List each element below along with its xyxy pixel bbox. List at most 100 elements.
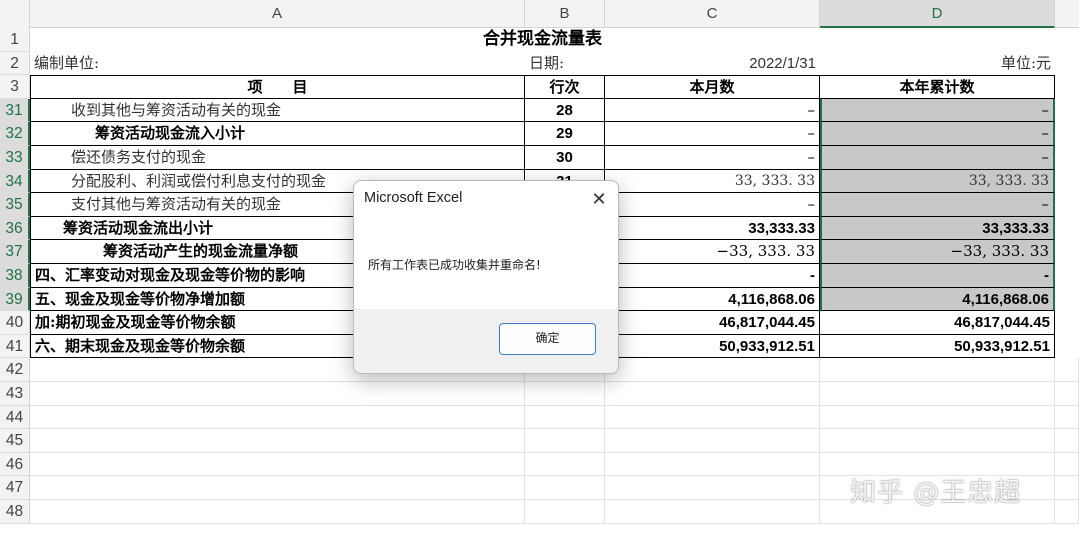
row-header[interactable]: 46 — [0, 452, 30, 477]
month-value-cell[interactable]: – — [605, 98, 820, 123]
empty-cell[interactable] — [605, 358, 820, 382]
item-cell[interactable]: 收到其他与筹资活动有关的现金 — [30, 98, 525, 123]
month-value-cell[interactable]: – — [605, 122, 820, 146]
row-header[interactable]: 48 — [0, 500, 30, 524]
empty-cell[interactable] — [605, 452, 820, 477]
empty-cell[interactable] — [1055, 382, 1079, 406]
row-header[interactable]: 40 — [0, 311, 30, 335]
ytd-value-cell[interactable]: 46,817,044.45 — [820, 311, 1055, 335]
report-title[interactable]: 合并现金流量表 — [30, 28, 1055, 52]
row-header[interactable]: 36 — [0, 216, 30, 241]
empty-cell[interactable] — [525, 476, 605, 500]
row-header[interactable]: 38 — [0, 264, 30, 288]
ytd-value-cell[interactable]: – — [820, 122, 1055, 146]
month-value-cell[interactable]: −33, 333. 33 — [605, 240, 820, 264]
row-header[interactable]: 47 — [0, 476, 30, 500]
ok-button[interactable]: 确定 — [499, 323, 596, 355]
ytd-value-cell[interactable]: - — [820, 264, 1055, 288]
empty-cell[interactable] — [525, 500, 605, 524]
ytd-value-cell[interactable]: 33,333.33 — [820, 216, 1055, 241]
empty-cell[interactable] — [605, 429, 820, 453]
row-header[interactable]: 34 — [0, 169, 30, 194]
empty-cell[interactable] — [1055, 358, 1079, 382]
ytd-value-cell[interactable]: 4,116,868.06 — [820, 287, 1055, 312]
spreadsheet[interactable]: A B C D 1 2 3 31 32 33 34 35 36 37 38 39 40 41 42 43 44 4… — [0, 0, 1079, 536]
row-header[interactable]: 44 — [0, 405, 30, 430]
unit-label-cell[interactable]: 编制单位: — [30, 52, 525, 76]
ytd-header[interactable]: 本年累计数 — [820, 75, 1055, 99]
line-number-cell[interactable]: 30 — [525, 146, 605, 170]
row-header[interactable]: 33 — [0, 146, 30, 170]
date-value-cell[interactable]: 2022/1/31 — [605, 52, 820, 76]
line-header[interactable]: 行次 — [525, 75, 605, 99]
column-header-row: A B C D — [0, 0, 1079, 28]
month-value-cell[interactable]: 50,933,912.51 — [605, 334, 820, 359]
empty-cell[interactable] — [820, 405, 1055, 430]
ytd-value-cell[interactable]: – — [820, 98, 1055, 123]
item-cell[interactable]: 偿还债务支付的现金 — [30, 146, 525, 170]
item-cell[interactable]: 筹资活动现金流入小计 — [30, 122, 525, 146]
row-header[interactable]: 39 — [0, 287, 30, 312]
empty-cell[interactable] — [30, 429, 525, 453]
close-icon[interactable]: ✕ — [586, 187, 612, 213]
empty-cell[interactable] — [525, 429, 605, 453]
date-label-cell[interactable]: 日期: — [525, 52, 605, 76]
row-header[interactable]: 42 — [0, 358, 30, 382]
month-value-cell[interactable]: 33, 333. 33 — [605, 169, 820, 194]
ytd-value-cell[interactable]: – — [820, 193, 1055, 217]
month-value-cell[interactable]: – — [605, 146, 820, 170]
ytd-value-cell[interactable]: −33, 333. 33 — [820, 240, 1055, 264]
empty-cell[interactable] — [1055, 500, 1079, 524]
empty-cell[interactable] — [525, 382, 605, 406]
column-header-c[interactable]: C — [605, 0, 820, 28]
dialog-message: 所有工作表已成功收集并重命名! — [368, 258, 541, 272]
unit-value-cell[interactable]: 单位:元 — [820, 52, 1055, 76]
empty-cell[interactable] — [30, 382, 525, 406]
month-value-cell[interactable]: – — [605, 193, 820, 217]
empty-cell[interactable] — [820, 382, 1055, 406]
row-header[interactable]: 32 — [0, 122, 30, 146]
empty-cell[interactable] — [1055, 429, 1079, 453]
empty-cell[interactable] — [605, 500, 820, 524]
empty-cell[interactable] — [1055, 476, 1079, 500]
empty-cell[interactable] — [30, 452, 525, 477]
line-number-cell[interactable]: 28 — [525, 98, 605, 123]
column-header-b[interactable]: B — [525, 0, 605, 28]
row-header[interactable]: 45 — [0, 429, 30, 453]
empty-cell[interactable] — [525, 452, 605, 477]
row-header[interactable]: 37 — [0, 240, 30, 264]
empty-cell[interactable] — [30, 405, 525, 430]
month-value-cell[interactable]: 4,116,868.06 — [605, 287, 820, 312]
empty-cell[interactable] — [1055, 405, 1079, 430]
empty-cell[interactable] — [1055, 452, 1079, 477]
empty-cell[interactable] — [820, 429, 1055, 453]
row-header[interactable]: 35 — [0, 193, 30, 217]
row-header[interactable]: 3 — [0, 75, 30, 99]
empty-cell[interactable] — [30, 476, 525, 500]
empty-cell[interactable] — [525, 405, 605, 430]
empty-cell[interactable] — [605, 405, 820, 430]
select-all-corner[interactable] — [0, 0, 30, 28]
empty-cell[interactable] — [605, 476, 820, 500]
month-value-cell[interactable]: 46,817,044.45 — [605, 311, 820, 335]
row-header[interactable]: 31 — [0, 98, 30, 123]
column-header-a[interactable]: A — [30, 0, 525, 28]
row-header[interactable]: 41 — [0, 334, 30, 359]
month-header[interactable]: 本月数 — [605, 75, 820, 99]
ytd-value-cell[interactable]: – — [820, 146, 1055, 170]
ytd-value-cell[interactable]: 50,933,912.51 — [820, 334, 1055, 359]
empty-cell[interactable] — [605, 382, 820, 406]
message-dialog[interactable]: Microsoft Excel ✕ 所有工作表已成功收集并重命名! 确定 — [353, 180, 619, 374]
column-header-d[interactable]: D — [820, 0, 1055, 28]
empty-cell[interactable] — [30, 500, 525, 524]
item-header[interactable]: 项 目 — [30, 75, 525, 99]
ytd-value-cell[interactable]: 33, 333. 33 — [820, 169, 1055, 194]
month-value-cell[interactable]: 33,333.33 — [605, 216, 820, 241]
row-header[interactable]: 43 — [0, 382, 30, 406]
month-value-cell[interactable]: - — [605, 264, 820, 288]
row-header[interactable]: 1 — [0, 28, 30, 52]
row-header[interactable]: 2 — [0, 51, 30, 76]
line-number-cell[interactable]: 29 — [525, 122, 605, 146]
table-header-row: 项 目 行次 本月数 本年累计数 — [30, 75, 1079, 99]
empty-cell[interactable] — [820, 358, 1055, 382]
